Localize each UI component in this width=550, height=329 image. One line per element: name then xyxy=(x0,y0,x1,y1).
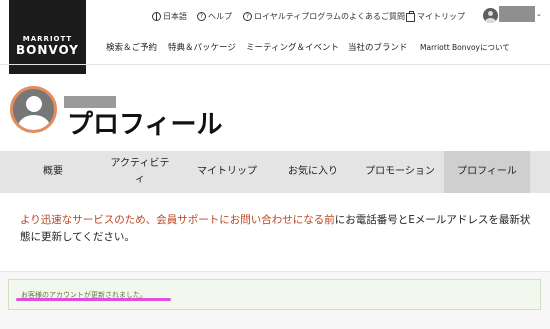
help-icon: ? xyxy=(197,11,206,21)
logo-line-1: MARRIOTT xyxy=(22,35,73,43)
page-title: プロフィール xyxy=(67,110,223,140)
nav-brands[interactable]: 当社のブランド xyxy=(348,41,408,53)
language-link[interactable]: 日本語 xyxy=(152,9,187,23)
tab-my-trips[interactable]: マイトリップ xyxy=(186,151,268,193)
message-highlight: より迅速なサービスのため、会員サポートにお問い合わせになる前 xyxy=(20,214,335,226)
tab-activity-label: アクティビティ xyxy=(110,158,170,185)
suitcase-icon xyxy=(406,10,415,22)
annotation-underline xyxy=(16,298,171,301)
my-trips-link[interactable]: マイトリップ xyxy=(406,9,465,23)
profile-avatar xyxy=(10,86,57,133)
tab-activity[interactable]: アクティビティ xyxy=(106,151,174,193)
nav-offers[interactable]: 特典＆パッケージ xyxy=(168,41,236,53)
update-contact-message: より迅速なサービスのため、会員サポートにお問い合わせになる前にお電話番号とEメー… xyxy=(20,212,540,246)
help-label: ヘルプ xyxy=(208,11,232,21)
faq-label: ロイヤルティプログラムのよくあるご質問 xyxy=(254,11,406,21)
tab-favorites[interactable]: お気に入り xyxy=(270,151,356,193)
username-redacted[interactable] xyxy=(499,6,535,22)
profile-tabs: 概要 アクティビティ マイトリップ お気に入り プロモーション プロフィール xyxy=(0,151,550,193)
success-alert: お客様のアカウントが更新されました。 xyxy=(8,279,541,310)
chevron-down-icon[interactable]: ⌄ xyxy=(536,10,542,18)
tab-profile[interactable]: プロフィール xyxy=(444,151,530,193)
header-divider xyxy=(0,64,550,65)
nav-meetings[interactable]: ミーティング＆イベント xyxy=(246,41,339,53)
globe-icon xyxy=(152,11,161,21)
logo-line-2: BONVOY xyxy=(16,43,79,57)
language-label: 日本語 xyxy=(163,11,187,21)
user-avatar-icon[interactable] xyxy=(483,8,498,23)
info-icon: ? xyxy=(243,11,252,21)
tab-promotions-label: プロモーション xyxy=(365,166,435,177)
tab-overview[interactable]: 概要 xyxy=(0,151,106,193)
nav-search-book[interactable]: 検索＆ご予約 xyxy=(106,41,157,53)
nav-about-bonvoy[interactable]: Marriott Bonvoyについて xyxy=(420,41,510,53)
marriott-bonvoy-logo[interactable]: MARRIOTT BONVOY xyxy=(9,0,86,74)
tab-promotions[interactable]: プロモーション xyxy=(363,151,437,193)
help-link[interactable]: ? ヘルプ xyxy=(197,9,232,23)
faq-link[interactable]: ? ロイヤルティプログラムのよくあるご質問 xyxy=(243,9,405,23)
my-trips-label: マイトリップ xyxy=(417,11,465,21)
